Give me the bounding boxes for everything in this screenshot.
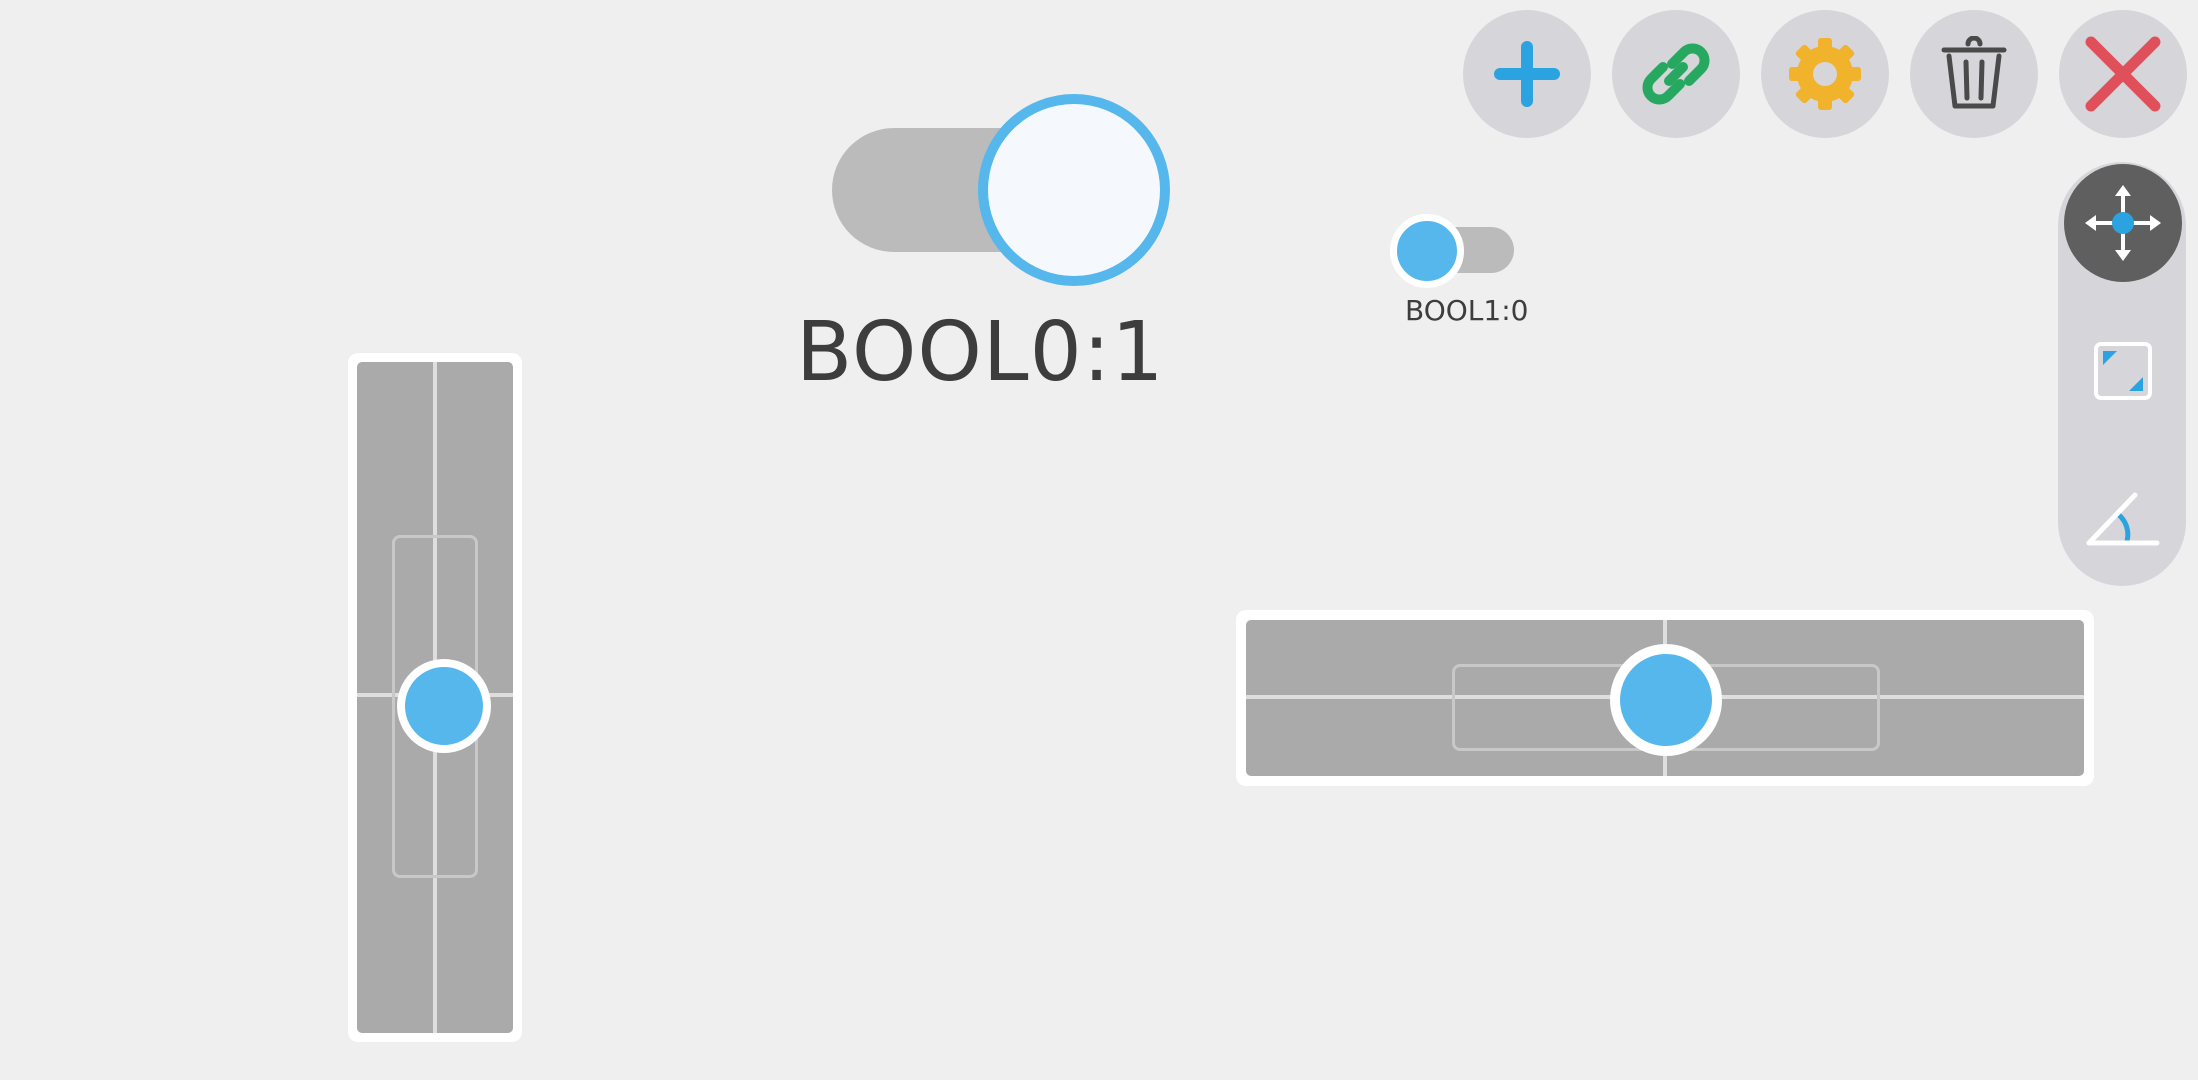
vertical-joystick-knob[interactable] [397, 659, 491, 753]
horizontal-joystick-track [1246, 620, 2084, 776]
close-button[interactable] [2059, 10, 2187, 138]
horizontal-joystick-knob[interactable] [1610, 644, 1722, 756]
move-icon [2085, 185, 2161, 261]
add-button[interactable] [1463, 10, 1591, 138]
plus-icon [1494, 41, 1560, 107]
settings-button[interactable] [1761, 10, 1889, 138]
link-icon [1642, 43, 1710, 105]
resize-icon [2094, 342, 2152, 400]
resize-tool-button[interactable] [2064, 312, 2182, 430]
gear-icon [1789, 38, 1861, 110]
trash-icon [1941, 36, 2007, 109]
bool0-toggle-thumb[interactable] [978, 94, 1170, 286]
close-icon [2085, 36, 2161, 112]
rotate-icon [2086, 492, 2160, 546]
vertical-joystick-track [357, 362, 513, 1033]
vertical-joystick[interactable] [348, 353, 522, 1042]
bool1-label: BOOL1:0 [1405, 294, 1529, 327]
bool0-label: BOOL0:1 [796, 305, 1165, 400]
delete-button[interactable] [1910, 10, 2038, 138]
move-tool-button[interactable] [2064, 164, 2182, 282]
link-button[interactable] [1612, 10, 1740, 138]
horizontal-joystick[interactable] [1236, 610, 2094, 786]
rotate-tool-button[interactable] [2064, 460, 2182, 578]
bool1-toggle-thumb[interactable] [1390, 214, 1464, 288]
